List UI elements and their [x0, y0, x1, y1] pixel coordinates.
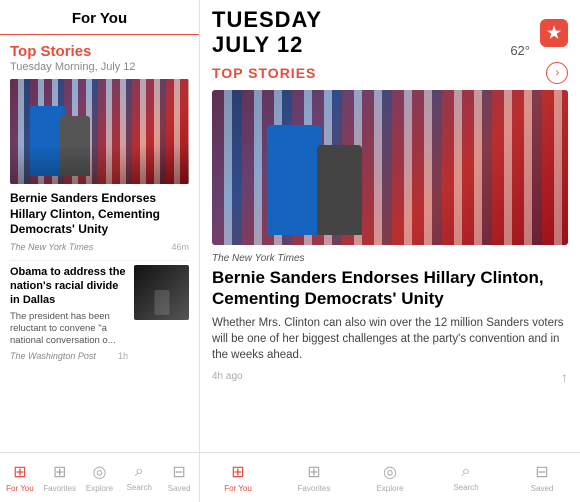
left-nav-explore[interactable]: ◎ Explore [80, 462, 120, 493]
right-story-time-row: 4h ago ↑ [212, 369, 568, 385]
left-header: For You [0, 0, 199, 35]
left-header-title: For You [72, 10, 127, 27]
right-search-icon: ⌕ [462, 463, 471, 481]
left-second-story-desc: The president has been reluctant to conv… [10, 311, 128, 348]
right-header-day: TUESDAY [212, 8, 530, 32]
left-second-story-time: 1h [118, 351, 128, 361]
right-section-title: TOP STORIES [212, 65, 316, 81]
right-foryou-label: For You [224, 484, 252, 493]
right-nav-search[interactable]: ⌕ Search [428, 463, 504, 492]
left-second-story-title: Obama to address the nation's racial div… [10, 265, 128, 308]
right-header: TUESDAY JULY 12 62° ★ [200, 0, 580, 62]
saved-icon: ⊟ [172, 462, 185, 482]
left-second-story-thumb [134, 265, 189, 320]
left-section-date: Tuesday Morning, July 12 [10, 61, 189, 73]
right-search-label: Search [453, 483, 478, 492]
favorites-label: Favorites [43, 484, 76, 493]
right-header-bottom: JULY 12 62° [212, 32, 530, 58]
left-second-story-source: The Washington Post [10, 351, 96, 361]
right-saved-label: Saved [531, 484, 554, 493]
right-nav-saved[interactable]: ⊟ Saved [504, 462, 580, 493]
foryou-label: For You [6, 484, 34, 493]
right-explore-label: Explore [376, 484, 403, 493]
right-saved-icon: ⊟ [535, 462, 548, 482]
explore-icon: ◎ [93, 462, 107, 482]
right-nav-foryou[interactable]: ⊞ For You [200, 462, 276, 493]
right-panel: TUESDAY JULY 12 62° ★ TOP STORIES › The … [200, 0, 580, 502]
left-nav-search[interactable]: ⌕ Search [119, 463, 159, 492]
right-explore-icon: ◎ [383, 462, 397, 482]
left-section-title: Top Stories [10, 43, 189, 60]
news-logo-letter: ★ [547, 23, 561, 43]
saved-label: Saved [168, 484, 191, 493]
right-nav-explore[interactable]: ◎ Explore [352, 462, 428, 493]
right-bottom-nav: ⊞ For You ⊞ Favorites ◎ Explore ⌕ Search… [200, 452, 580, 502]
left-nav-saved[interactable]: ⊟ Saved [159, 462, 199, 493]
search-icon: ⌕ [135, 463, 144, 481]
search-label: Search [127, 483, 152, 492]
apple-news-logo: ★ [540, 19, 568, 47]
right-favorites-icon: ⊞ [307, 462, 320, 482]
right-nav-favorites[interactable]: ⊞ Favorites [276, 462, 352, 493]
right-foryou-icon: ⊞ [231, 462, 244, 482]
left-nav-favorites[interactable]: ⊞ Favorites [40, 462, 80, 493]
right-flags-background [212, 90, 568, 245]
left-panel: For You Top Stories Tuesday Morning, Jul… [0, 0, 200, 502]
left-bottom-nav: ⊞ For You ⊞ Favorites ◎ Explore ⌕ Search… [0, 452, 199, 502]
left-nav-foryou[interactable]: ⊞ For You [0, 462, 40, 493]
left-second-story[interactable]: Obama to address the nation's racial div… [10, 265, 189, 361]
right-hero-figure-left [267, 125, 322, 235]
left-hero-story-meta: The New York Times 46m [10, 242, 189, 252]
right-story-source: The New York Times [212, 253, 568, 264]
left-hero-story-title[interactable]: Bernie Sanders Endorses Hillary Clinton,… [10, 191, 189, 238]
chevron-right-icon: › [556, 67, 560, 79]
left-second-story-text: Obama to address the nation's racial div… [10, 265, 128, 361]
right-section-row: TOP STORIES › [212, 62, 568, 84]
right-story-time: 4h ago [212, 371, 243, 382]
left-hero-image [10, 79, 189, 184]
foryou-icon: ⊞ [13, 462, 26, 482]
right-hero-figure-right [317, 145, 362, 235]
right-favorites-label: Favorites [298, 484, 331, 493]
left-hero-story-source: The New York Times [10, 242, 93, 252]
left-divider [10, 260, 189, 261]
explore-label: Explore [86, 484, 113, 493]
right-hero-image [212, 90, 568, 245]
right-section-arrow-button[interactable]: › [546, 62, 568, 84]
right-story-description: Whether Mrs. Clinton can also win over t… [212, 315, 568, 363]
right-story-title[interactable]: Bernie Sanders Endorses Hillary Clinton,… [212, 267, 568, 310]
right-header-temp: 62° [510, 43, 530, 58]
left-content: Top Stories Tuesday Morning, July 12 Ber… [0, 35, 199, 452]
favorites-icon: ⊞ [53, 462, 66, 482]
share-icon[interactable]: ↑ [561, 369, 568, 385]
right-content: TOP STORIES › The New York Times Bernie … [200, 62, 580, 452]
right-header-date: JULY 12 [212, 32, 303, 58]
hero-figure-right [60, 116, 90, 176]
left-hero-story-time: 46m [171, 242, 189, 252]
